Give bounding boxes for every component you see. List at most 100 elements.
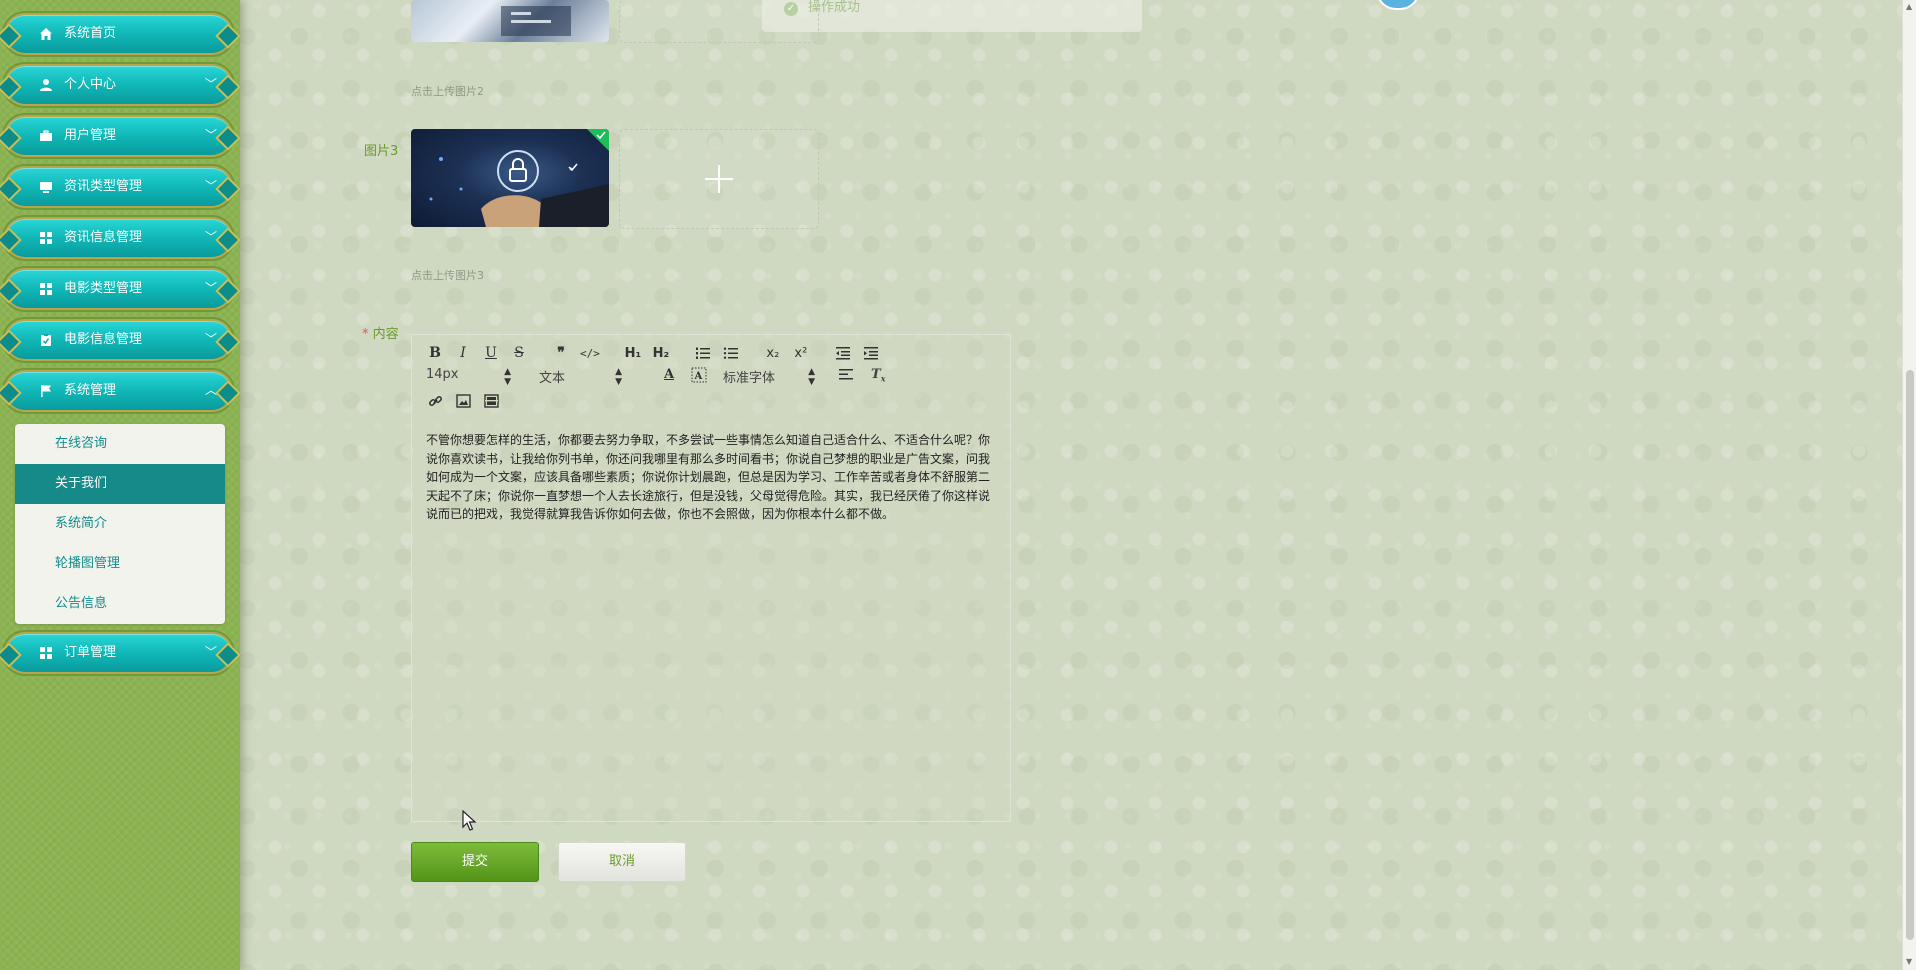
editor-content[interactable]: 不管你想要怎样的生活，你都要去努力争取，不多尝试一些事情怎么知道自己适合什么、不…	[426, 431, 996, 524]
heading-select[interactable]: 文本 ▲ ▼	[539, 367, 622, 387]
image2-thumbnail[interactable]	[411, 0, 609, 42]
italic-icon[interactable]: I	[454, 343, 472, 363]
success-toast: ✓ 操作成功	[762, 0, 1142, 32]
diamond-ornament	[215, 380, 241, 406]
strikethrough-icon[interactable]: S	[510, 343, 528, 363]
image3-upload-hint: 点击上传图片3	[411, 269, 484, 282]
image3-thumbnail[interactable]	[411, 129, 609, 227]
heading-select-value: 文本	[539, 371, 566, 386]
underline-icon[interactable]: U	[482, 343, 500, 363]
blockquote-icon[interactable]: ❞	[552, 343, 570, 363]
ordered-list-icon[interactable]	[694, 343, 712, 363]
scroll-up-icon[interactable]: ▲	[1906, 2, 1912, 11]
content-label-text: 内容	[372, 327, 399, 342]
submenu-item-system-intro[interactable]: 系统简介	[15, 504, 225, 544]
avatar[interactable]	[1376, 0, 1420, 10]
diamond-ornament	[0, 176, 22, 202]
menu-label: 用户管理	[64, 128, 117, 143]
diamond-ornament	[0, 380, 22, 406]
flag-icon	[38, 383, 54, 399]
system-management-submenu: 在线咨询 关于我们 系统简介 轮播图管理 公告信息	[15, 424, 225, 624]
scrollbar-thumb[interactable]	[1906, 370, 1914, 940]
diamond-ornament	[0, 227, 22, 253]
menu-item-movie-info-management[interactable]: 电影信息管理 ﹀	[0, 321, 241, 359]
vertical-scrollbar[interactable]: ▲ ▼	[1902, 0, 1916, 970]
font-size-select[interactable]: 14px ▲ ▼	[426, 367, 511, 387]
submenu-item-about-us[interactable]: 关于我们	[15, 464, 225, 504]
bullet-list-icon[interactable]	[722, 343, 740, 363]
menu-label: 电影信息管理	[64, 332, 143, 347]
menu-label: 个人中心	[64, 77, 117, 92]
diamond-ornament	[215, 176, 241, 202]
heading1-icon[interactable]: H₁	[624, 343, 642, 363]
menu-label: 系统首页	[64, 26, 117, 41]
superscript-icon[interactable]: x²	[792, 343, 810, 363]
menu-item-user-management[interactable]: 用户管理 ﹀	[0, 117, 241, 155]
image2-upload-box[interactable]	[619, 0, 819, 43]
font-family-value: 标准字体	[723, 371, 776, 386]
select-arrows-icon: ▲ ▼	[808, 367, 815, 387]
select-arrows-icon: ▲ ▼	[615, 367, 622, 387]
editor-toolbar-row-3	[426, 391, 510, 411]
menu-item-personal-center[interactable]: 个人中心 ﹀	[0, 66, 241, 104]
menu-item-order-management[interactable]: 订单管理 ﹀	[0, 634, 241, 672]
grid-icon	[38, 645, 54, 661]
chevron-down-icon: ﹀	[204, 645, 217, 659]
submenu-item-carousel-management[interactable]: 轮播图管理	[15, 544, 225, 584]
font-color-icon: A	[664, 367, 675, 382]
submit-button[interactable]: 提交	[411, 842, 539, 882]
submenu-item-online-consult[interactable]: 在线咨询	[15, 424, 225, 464]
rich-text-editor: B I U S ❞ </> H₁ H₂ x₂ x² 14px ▲ ▼ 文本 ▲ ▼	[411, 334, 1011, 822]
clipboard-check-icon	[38, 332, 54, 348]
menu-label: 电影类型管理	[64, 281, 143, 296]
diamond-ornament	[215, 329, 241, 355]
subscript-icon[interactable]: x₂	[764, 343, 782, 363]
home-icon	[38, 26, 54, 42]
mouse-cursor-icon	[462, 809, 478, 832]
image3-upload-box[interactable]	[619, 129, 819, 229]
diamond-ornament	[215, 642, 241, 668]
menu-item-movie-type-management[interactable]: 电影类型管理 ﹀	[0, 270, 241, 308]
submenu-item-announcements[interactable]: 公告信息	[15, 584, 225, 624]
grid-icon	[38, 281, 54, 297]
video-icon[interactable]	[482, 391, 500, 411]
chevron-down-icon: ﹀	[204, 77, 217, 91]
svg-text:A: A	[694, 371, 703, 382]
indent-icon[interactable]	[862, 343, 880, 363]
diamond-ornament	[215, 23, 241, 49]
image-icon[interactable]	[454, 391, 472, 411]
menu-item-home[interactable]: 系统首页	[0, 15, 241, 53]
editor-toolbar-row-1: B I U S ❞ </> H₁ H₂ x₂ x²	[426, 343, 890, 363]
diamond-ornament	[215, 74, 241, 100]
menu-item-system-management[interactable]: 系统管理 ︿	[0, 372, 241, 410]
link-icon[interactable]	[426, 391, 444, 411]
font-color-button[interactable]: A	[664, 367, 678, 387]
image3-label: 图片3	[364, 144, 399, 159]
chevron-down-icon: ﹀	[204, 230, 217, 244]
chevron-up-icon: ︿	[204, 383, 217, 397]
chevron-down-icon: ﹀	[204, 128, 217, 142]
diamond-ornament	[215, 278, 241, 304]
diamond-ornament	[0, 329, 22, 355]
briefcase-icon	[38, 128, 54, 144]
outdent-icon[interactable]	[834, 343, 852, 363]
clear-format-icon[interactable]: Tx	[871, 367, 887, 387]
scroll-down-icon[interactable]: ▼	[1906, 957, 1912, 966]
background-color-button[interactable]: A	[691, 367, 707, 387]
user-icon	[38, 77, 54, 93]
align-left-icon	[839, 369, 853, 380]
bold-icon[interactable]: B	[426, 343, 444, 363]
plus-icon	[705, 165, 733, 193]
diamond-ornament	[0, 642, 22, 668]
chevron-down-icon: ﹀	[204, 281, 217, 295]
diamond-ornament	[215, 227, 241, 253]
menu-item-news-type-management[interactable]: 资讯类型管理 ﹀	[0, 168, 241, 206]
font-family-select[interactable]: 标准字体 ▲ ▼	[723, 367, 815, 387]
heading2-icon[interactable]: H₂	[652, 343, 670, 363]
image2-upload-hint: 点击上传图片2	[411, 85, 484, 98]
menu-item-news-info-management[interactable]: 资讯信息管理 ﹀	[0, 219, 241, 257]
cancel-button[interactable]: 取消	[558, 842, 686, 882]
code-block-icon[interactable]: </>	[580, 343, 600, 363]
diamond-ornament	[0, 23, 22, 49]
align-button[interactable]	[838, 367, 854, 387]
